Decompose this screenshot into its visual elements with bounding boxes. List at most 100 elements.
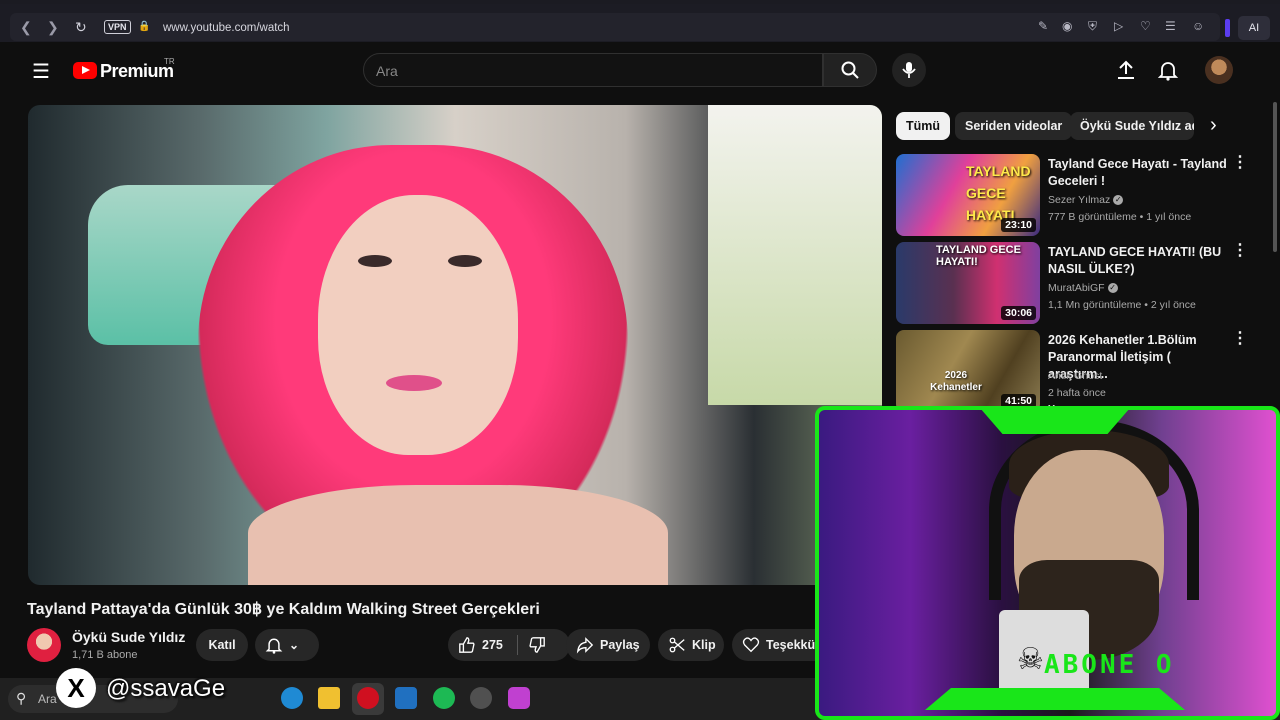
like-count[interactable]: 275 <box>482 638 503 652</box>
dislike-icon[interactable] <box>528 636 546 654</box>
taskbar-search-label: Ara <box>38 692 57 706</box>
thanks-heart-icon <box>742 637 760 653</box>
search-icon: ⚲ <box>16 690 27 706</box>
video-title: Tayland Pattaya'da Günlük 30฿ ye Kaldım … <box>27 601 540 618</box>
lock-icon[interactable]: 🔒 <box>138 21 150 32</box>
thumbnail-text: 2026 Kehanetler <box>930 370 982 393</box>
search-button[interactable] <box>823 53 877 87</box>
channel-avatar[interactable] <box>27 628 61 662</box>
title-line: NASIL ÜLKE?) <box>1048 262 1135 276</box>
recommendation-title[interactable]: TAYLAND GECE HAYATI! (BU NASIL ÜLKE?) <box>1048 244 1230 278</box>
video-frame-face <box>318 195 518 455</box>
more-options-icon[interactable]: ⋮ <box>1232 243 1248 259</box>
thanks-label: Teşekkü <box>766 638 816 652</box>
chip-series[interactable]: Seriden videolar <box>955 112 1073 140</box>
menu-icon[interactable]: ☰ <box>1165 19 1176 33</box>
title-line: TAYLAND GECE HAYATI! (BU <box>1048 245 1222 259</box>
file-explorer-icon[interactable] <box>318 687 340 709</box>
verified-icon: ✓ <box>1113 195 1124 206</box>
opera-icon[interactable] <box>357 687 379 709</box>
subscriber-count: 1,71 B abone <box>72 649 138 661</box>
recommendation-item[interactable]: TAYLAND GECE HAYATI 23:10 Tayland Gece H… <box>896 154 1256 238</box>
skull-icon: ☠ <box>1017 643 1044 676</box>
chip-label: Öykü Sude Yıldız adl <box>1080 119 1194 133</box>
more-options-icon[interactable]: ⋮ <box>1232 331 1248 347</box>
webcam-frame-bottom <box>925 688 1185 710</box>
chip-channel[interactable]: Öykü Sude Yıldız adl <box>1070 112 1194 140</box>
clip-button[interactable]: Klip <box>658 629 724 661</box>
chevron-right-icon[interactable]: › <box>1210 114 1217 137</box>
recommendation-channel[interactable]: Antik Ghost <box>1048 370 1102 382</box>
youtube-logo-icon[interactable] <box>73 62 97 79</box>
reload-icon[interactable]: ↻ <box>75 19 87 36</box>
search-input[interactable]: Ara <box>363 53 823 87</box>
recommendation-title[interactable]: Tayland Gece Hayatı - Tayland Geceleri ! <box>1048 156 1230 190</box>
video-thumbnail[interactable]: 2026 Kehanetler 41:50 <box>896 330 1040 412</box>
recommendation-item[interactable]: TAYLAND GECE HAYATI! 30:06 TAYLAND GECE … <box>896 242 1256 326</box>
share-button[interactable]: Paylaş <box>566 629 650 661</box>
channel-name[interactable]: Öykü Sude Yıldız <box>72 629 185 645</box>
voice-search-button[interactable] <box>892 53 926 87</box>
logo-text[interactable]: Premium <box>100 61 174 82</box>
recommendation-channel[interactable]: Sezer Yılmaz ✓ <box>1048 194 1124 206</box>
like-divider <box>516 635 518 655</box>
microphone-icon <box>902 62 916 78</box>
bell-icon <box>265 638 283 654</box>
subscribe-notification-button[interactable]: ⌄ <box>255 629 319 661</box>
channel-label: Antik Ghost <box>1048 370 1103 382</box>
subscribe-banner: ABONE O <box>1044 650 1175 680</box>
duration-badge: 30:06 <box>1001 306 1036 320</box>
account-avatar[interactable] <box>1205 56 1233 84</box>
edge-icon[interactable] <box>281 687 303 709</box>
streaming-app-icon[interactable] <box>508 687 530 709</box>
chevron-down-icon: ⌄ <box>289 638 300 652</box>
title-line: Geceleri ! <box>1048 174 1105 188</box>
ai-label: AI <box>1248 22 1260 34</box>
video-player[interactable] <box>28 105 882 585</box>
social-handle: @ssavaGe <box>106 675 226 702</box>
join-button[interactable]: Katıl <box>196 629 248 661</box>
video-thumbnail[interactable]: TAYLAND GECE HAYATI! 30:06 <box>896 242 1040 324</box>
video-thumbnail[interactable]: TAYLAND GECE HAYATI 23:10 <box>896 154 1040 236</box>
upload-icon[interactable] <box>1115 59 1137 81</box>
forward-icon[interactable]: ❯ <box>47 19 59 36</box>
more-options-icon[interactable]: ⋮ <box>1232 155 1248 171</box>
recommendation-channel[interactable]: MuratAbiGF ✓ <box>1048 282 1118 294</box>
channel-label: MuratAbiGF <box>1048 282 1105 294</box>
webcam-overlay: ☠ ABONE O <box>815 406 1280 720</box>
edit-icon[interactable]: ✎ <box>1038 19 1048 33</box>
title-line: Tayland Gece Hayatı - Tayland <box>1048 157 1227 171</box>
url-text[interactable]: www.youtube.com/watch <box>163 22 290 34</box>
webcam-frame-top <box>980 408 1130 434</box>
ai-button[interactable]: AI <box>1238 16 1270 40</box>
thumbnail-text: TAYLAND GECE HAYATI! <box>936 244 1021 268</box>
like-icon[interactable] <box>458 636 476 654</box>
mail-icon[interactable] <box>395 687 417 709</box>
camera-icon[interactable]: ◉ <box>1062 19 1072 33</box>
thanks-button[interactable]: Teşekkü <box>732 629 822 661</box>
vpn-badge[interactable]: VPN <box>104 20 131 34</box>
channel-label: Sezer Yılmaz <box>1048 194 1111 206</box>
video-frame-eye-right <box>448 255 482 267</box>
chip-label: Tümü <box>906 119 941 133</box>
video-frame-window-right <box>708 105 882 405</box>
heart-icon[interactable]: ♡ <box>1140 19 1151 33</box>
recommendation-item[interactable]: 2026 Kehanetler 41:50 2026 Kehanetler 1.… <box>896 330 1256 415</box>
app-icon[interactable] <box>470 687 492 709</box>
verified-icon: ✓ <box>1107 283 1118 294</box>
send-icon[interactable]: ▷ <box>1114 19 1123 33</box>
spotify-icon[interactable] <box>433 687 455 709</box>
notifications-bell-icon[interactable] <box>1157 59 1179 81</box>
back-icon[interactable]: ❮ <box>20 19 32 36</box>
hamburger-menu-icon[interactable]: ☰ <box>32 59 50 84</box>
shield-icon[interactable]: ⛨ <box>1088 19 1097 34</box>
profile-icon[interactable]: ☺ <box>1192 19 1204 33</box>
title-line: 2026 Kehanetler 1.Bölüm <box>1048 333 1197 347</box>
thumbnail-text: TAYLAND GECE HAYATI <box>966 163 1031 223</box>
page-scrollbar[interactable] <box>1273 102 1277 252</box>
join-label: Katıl <box>208 638 236 652</box>
video-frame-lips <box>386 375 442 391</box>
x-logo-icon: X <box>56 668 96 708</box>
video-frame-eye-left <box>358 255 392 267</box>
chip-all[interactable]: Tümü <box>896 112 951 140</box>
